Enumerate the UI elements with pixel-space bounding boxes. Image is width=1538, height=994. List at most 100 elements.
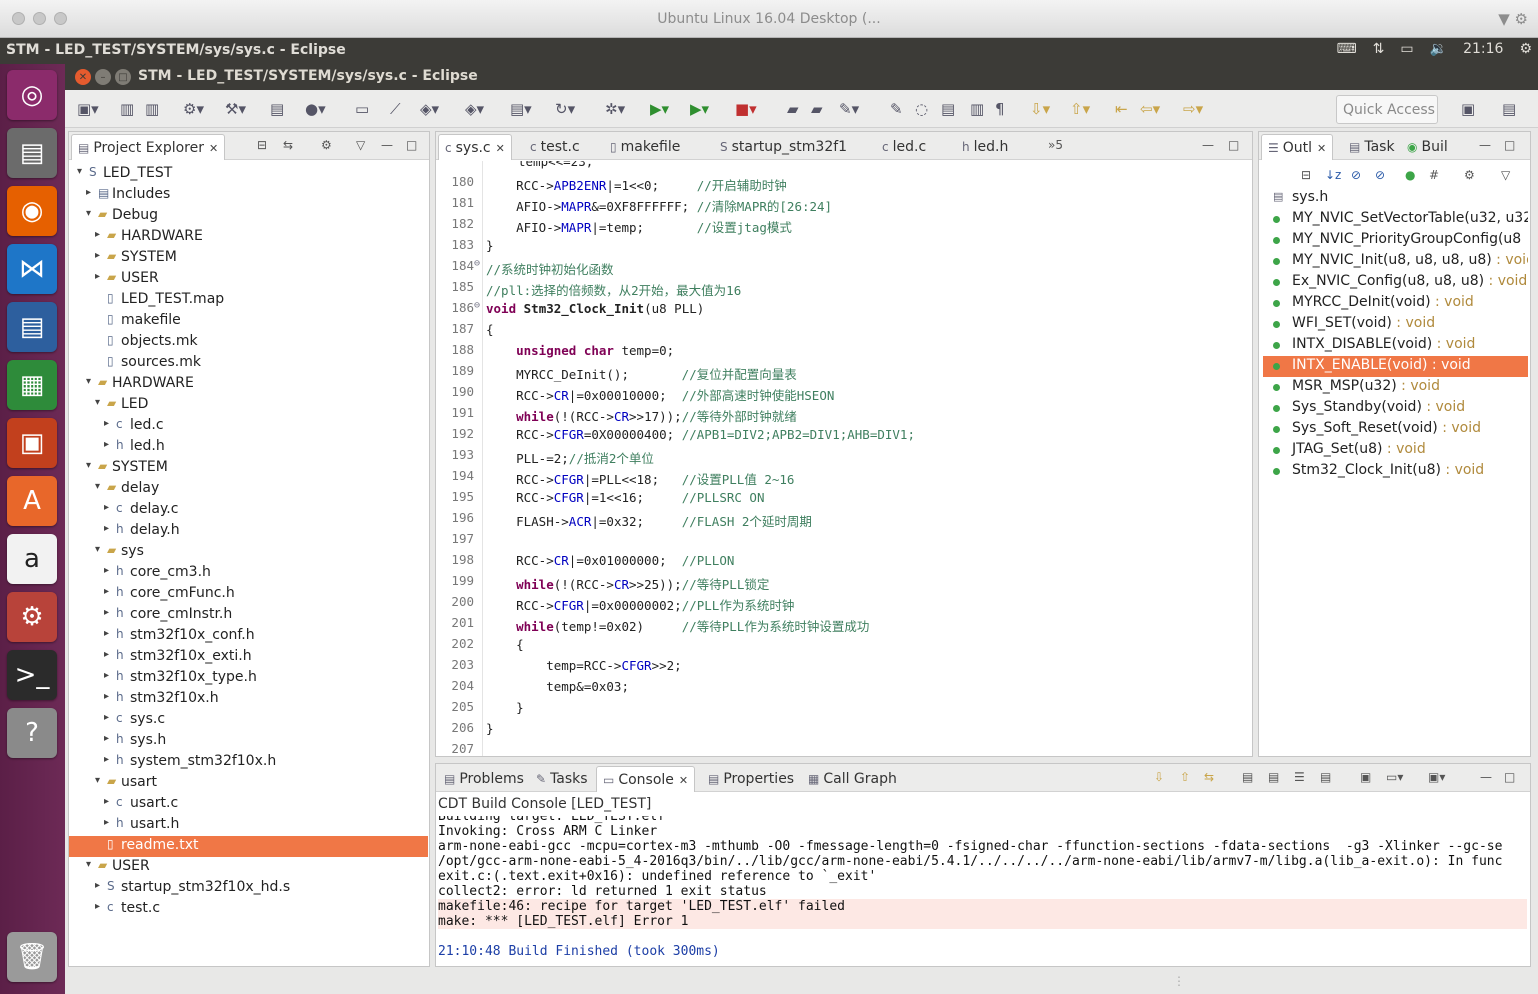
tree-item[interactable]: ▸ h stm32f10x_type.h <box>69 668 428 689</box>
run-config-icon[interactable]: ▶▾ <box>690 100 709 118</box>
tree-item[interactable]: ▾ ▰ Debug <box>69 206 428 227</box>
tab-makefile[interactable]: ▯ makefile <box>604 134 686 160</box>
trash-icon[interactable]: 🗑 <box>7 932 57 982</box>
writer-icon[interactable]: ▤ <box>7 302 57 352</box>
tree-item[interactable]: ▾ ▰ HARDWARE <box>69 374 428 395</box>
maximize-view-icon[interactable]: □ <box>1504 138 1515 152</box>
tree-item[interactable]: ▸ h core_cm3.h <box>69 563 428 584</box>
collapse-arrow-icon[interactable]: ▸ <box>86 187 91 198</box>
collapse-arrow-icon[interactable]: ▸ <box>104 586 109 597</box>
scroll-lock-icon[interactable]: ☰ <box>1294 770 1305 784</box>
person-icon[interactable]: ●▾ <box>305 100 326 118</box>
tree-item[interactable]: ▾ ▰ LED <box>69 395 428 416</box>
expand-arrow-icon[interactable]: ▾ <box>86 208 91 219</box>
filter-icon[interactable]: ⚙ <box>321 138 332 152</box>
tree-item[interactable]: ▸ Sstartup_stm32f10x_hd.s <box>69 878 428 899</box>
new-file-icon[interactable]: ▤▾ <box>510 100 532 118</box>
tree-item[interactable]: ▾ ▰ delay <box>69 479 428 500</box>
open-icon[interactable]: ▰ <box>787 100 799 118</box>
tab-call-graph[interactable]: ▦ Call Graph <box>802 766 903 792</box>
expand-arrow-icon[interactable]: ▾ <box>95 481 100 492</box>
close-icon[interactable]: ✕ <box>679 774 688 787</box>
tree-item[interactable]: ▾ ▰ sys <box>69 542 428 563</box>
tree-item[interactable]: ▸ h stm32f10x.h <box>69 689 428 710</box>
debug-config-icon[interactable]: ⚙▾ <box>183 100 204 118</box>
collapse-arrow-icon[interactable]: ▸ <box>95 250 100 261</box>
layout-icon[interactable]: ▥ <box>970 100 984 118</box>
ubuntu-dash-icon[interactable]: ◎ <box>7 70 57 120</box>
collapse-icon[interactable]: ⊟ <box>1301 168 1311 182</box>
back-icon[interactable]: ⇦▾ <box>1140 100 1160 118</box>
clear-console-icon[interactable]: ▤ <box>1320 770 1331 784</box>
tree-item[interactable]: ▸ h sys.h <box>69 731 428 752</box>
outline-item[interactable]: Stm32_Clock_Init(u8) : void <box>1263 461 1528 482</box>
hide-macros-icon[interactable]: # <box>1429 168 1439 182</box>
collapse-arrow-icon[interactable]: ▸ <box>104 712 109 723</box>
tab-problems[interactable]: ▤ Problems <box>438 766 530 792</box>
binary-icon[interactable]: ▤ <box>270 100 284 118</box>
collapse-arrow-icon[interactable]: ▸ <box>104 649 109 660</box>
tab-tasks-bottom[interactable]: ✎ Tasks <box>530 766 594 792</box>
expand-arrow-icon[interactable]: ▾ <box>86 460 91 471</box>
debug-bug-icon[interactable]: ✲▾ <box>605 100 625 118</box>
close-icon[interactable]: ✕ <box>496 142 505 155</box>
close-icon[interactable]: ✕ <box>209 142 218 155</box>
hide-fields-icon[interactable]: ⊘ <box>1351 168 1361 182</box>
filter-icon[interactable]: ⚙ <box>1464 168 1475 182</box>
refresh-icon[interactable]: ↻▾ <box>555 100 575 118</box>
volume-icon[interactable]: 🔉 <box>1430 41 1447 57</box>
tree-item[interactable]: ▸ c delay.c <box>69 500 428 521</box>
battery-icon[interactable]: ▭ <box>1400 41 1413 57</box>
display-console-icon[interactable]: ▭▾ <box>1386 770 1403 784</box>
perspective-icon[interactable]: ▤ <box>1502 100 1516 118</box>
next-error-icon[interactable]: ⇩ <box>1154 770 1164 784</box>
collapse-arrow-icon[interactable]: ▸ <box>104 565 109 576</box>
tree-item[interactable]: ▸ ▰ USER <box>69 269 428 290</box>
fold-toggle-icon[interactable]: ⊖ <box>474 258 480 269</box>
new-folder-icon[interactable]: ◈▾ <box>465 100 484 118</box>
outline-item[interactable]: Ex_NVIC_Config(u8, u8, u8) : void <box>1263 272 1528 293</box>
keyboard-icon[interactable]: ⌨ <box>1336 41 1356 57</box>
paste-icon[interactable]: ▤ <box>1268 770 1279 784</box>
collapse-arrow-icon[interactable]: ▸ <box>104 607 109 618</box>
open-folder-icon[interactable]: ▰ <box>811 100 823 118</box>
forward-icon[interactable]: ⇨▾ <box>1183 100 1203 118</box>
code-area[interactable]: temp<<=23; 180 RCC->APB2ENR|=1<<0; //开启辅… <box>436 161 1252 756</box>
tree-item[interactable]: ▸ c usart.c <box>69 794 428 815</box>
tabs-overflow[interactable]: »5 <box>1048 138 1063 152</box>
clock[interactable]: 21:16 <box>1463 41 1503 57</box>
tree-item[interactable]: ▸ h stm32f10x_exti.h <box>69 647 428 668</box>
save-all-icon[interactable]: ▥ <box>145 100 159 118</box>
network-icon[interactable]: ⇅ <box>1373 41 1385 57</box>
fold-toggle-icon[interactable]: ⊖ <box>474 300 480 311</box>
collapse-arrow-icon[interactable]: ▸ <box>95 901 100 912</box>
tree-item[interactable]: ▸ h usart.h <box>69 815 428 836</box>
tab-startup[interactable]: Sstartup_stm32f1 <box>714 134 853 160</box>
hide-static-icon[interactable]: ⊘ <box>1375 168 1385 182</box>
collapse-arrow-icon[interactable]: ▸ <box>104 523 109 534</box>
last-edit-icon[interactable]: ⇤ <box>1115 100 1128 118</box>
tree-item[interactable]: ▸ h led.h <box>69 437 428 458</box>
minimize-icon[interactable]: – <box>95 69 111 85</box>
maximize-view-icon[interactable]: □ <box>1504 770 1515 784</box>
minimize-view-icon[interactable]: — <box>381 138 393 152</box>
tree-item[interactable]: ▸ h core_cmInstr.h <box>69 605 428 626</box>
expand-arrow-icon[interactable]: ▾ <box>86 859 91 870</box>
help-icon[interactable]: ? <box>7 708 57 758</box>
vm-menu-icon[interactable]: ▼ ⚙ <box>1498 10 1528 28</box>
tree-item[interactable]: ▸ c sys.c <box>69 710 428 731</box>
close-icon[interactable]: ✕ <box>75 69 91 85</box>
collapse-arrow-icon[interactable]: ▸ <box>104 418 109 429</box>
pin-icon[interactable]: ⟋ <box>390 100 401 118</box>
tree-item[interactable]: ▸ h stm32f10x_conf.h <box>69 626 428 647</box>
expand-arrow-icon[interactable]: ▾ <box>95 544 100 555</box>
tab-build-targets[interactable]: ◉ Buil <box>1401 134 1454 160</box>
outline-item[interactable]: INTX_DISABLE(void) : void <box>1263 335 1528 356</box>
new-icon[interactable]: ▣▾ <box>77 100 99 118</box>
quick-access-input[interactable]: Quick Access <box>1336 95 1438 124</box>
impress-icon[interactable]: ▣ <box>7 418 57 468</box>
expand-arrow-icon[interactable]: ▾ <box>77 166 82 177</box>
tab-led-c[interactable]: c led.c <box>876 134 932 160</box>
collapse-arrow-icon[interactable]: ▸ <box>104 628 109 639</box>
tree-item[interactable]: ▸ h core_cmFunc.h <box>69 584 428 605</box>
